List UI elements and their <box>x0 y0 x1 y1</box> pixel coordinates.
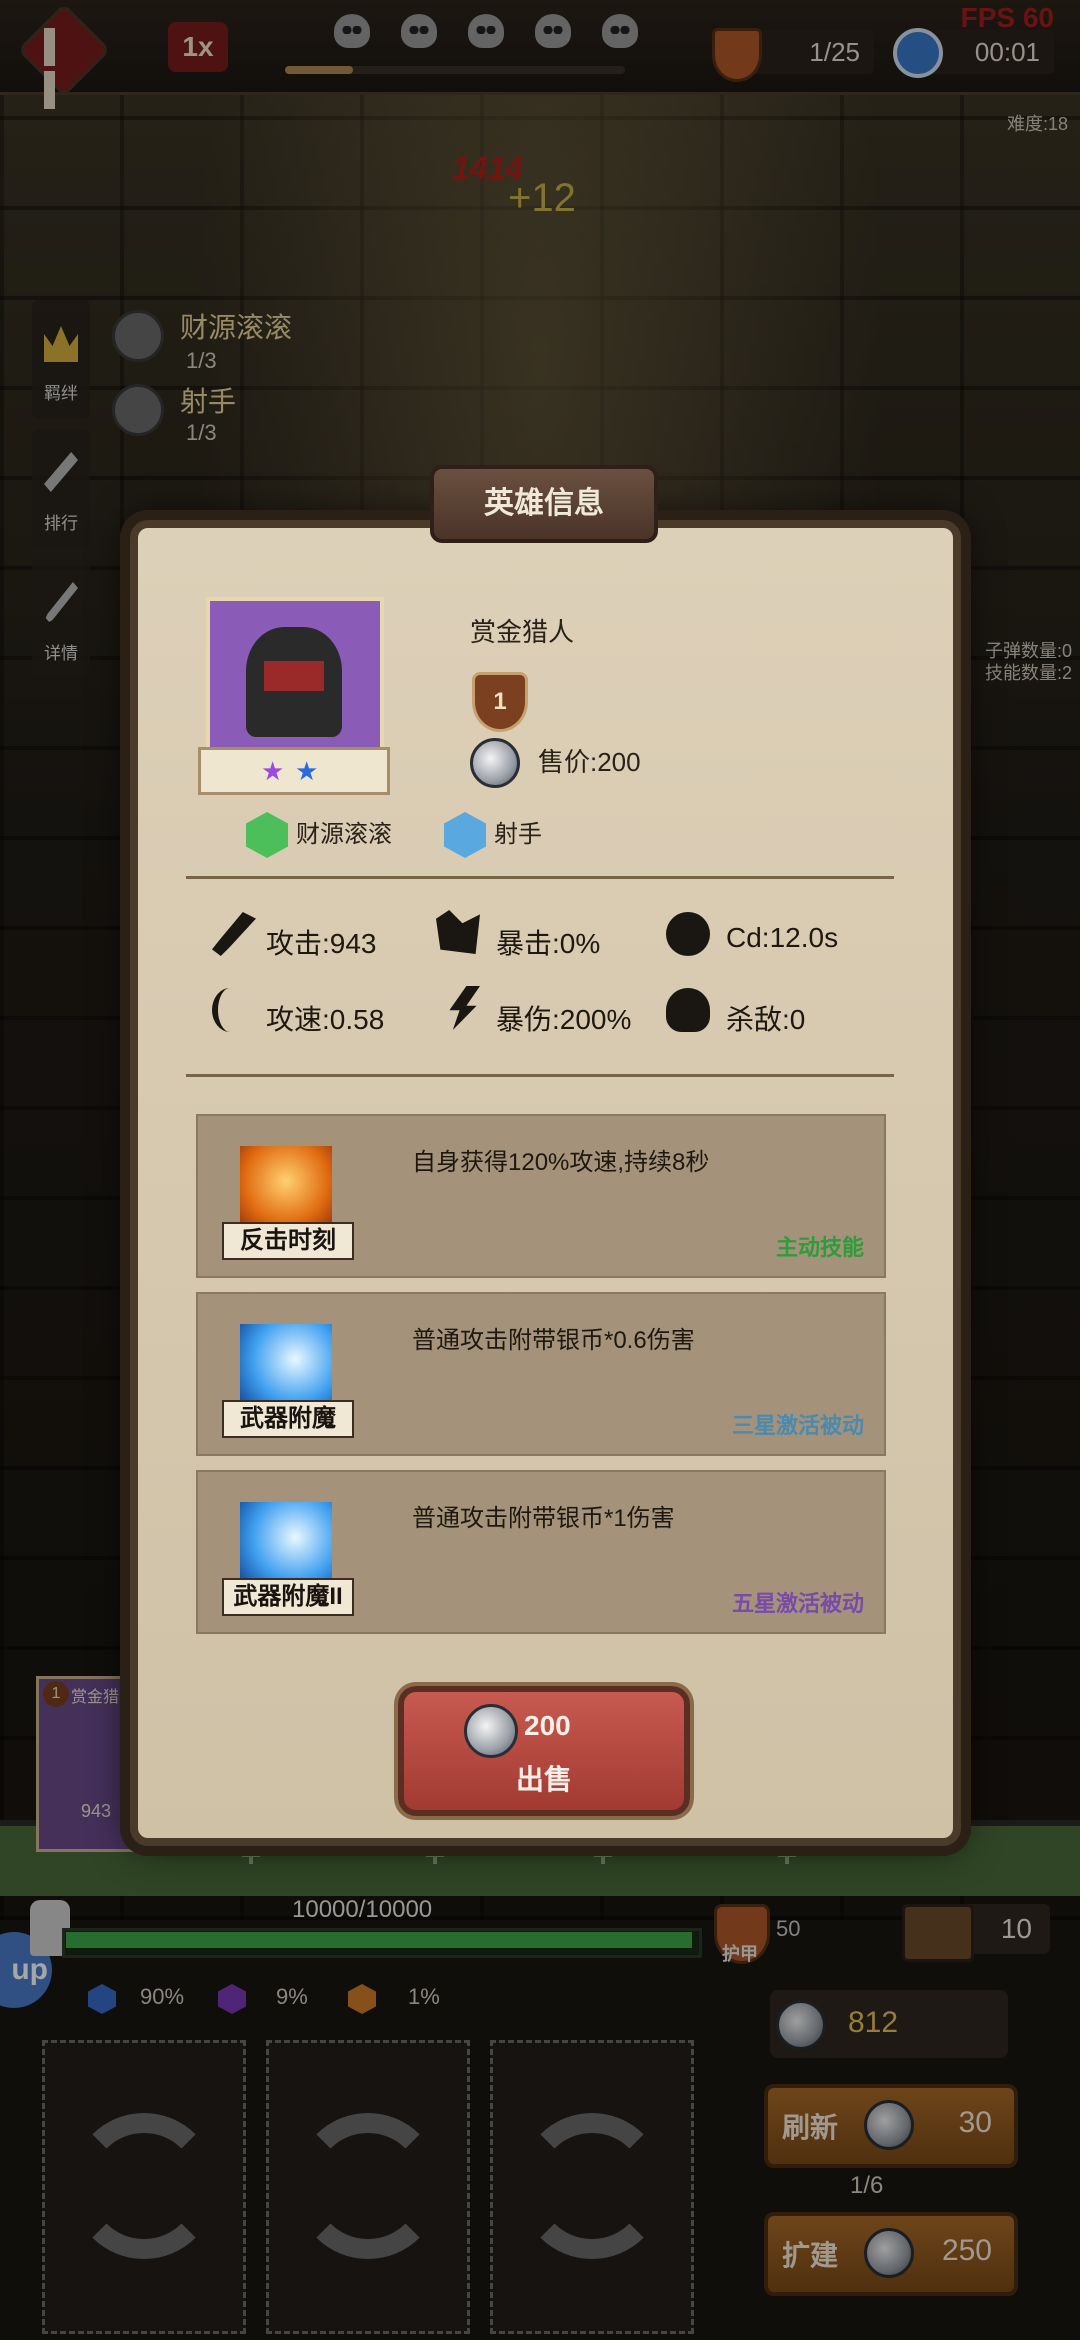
sell-label: 出售 <box>515 1764 572 1795</box>
skill-name: 武器附魔II <box>222 1578 354 1616</box>
skill-description: 普通攻击附带银币*0.6伤害 <box>412 1327 695 1354</box>
enchant-skill-icon <box>240 1324 332 1412</box>
trait-wealth: 财源滚滚 <box>246 812 406 858</box>
bow-icon <box>212 988 248 1032</box>
silver-coin-icon <box>464 1704 518 1758</box>
star-icon: ★ <box>295 756 319 786</box>
trait-archer: 射手 <box>444 812 564 858</box>
skill-name: 武器附魔 <box>222 1400 354 1438</box>
skull-icon <box>666 988 710 1032</box>
silver-coin-icon <box>470 738 520 788</box>
star-plate: ★ ★ <box>198 747 390 795</box>
attack-stat: 攻击:943 <box>266 928 377 959</box>
crit-damage-stat: 暴伤:200% <box>496 1004 632 1035</box>
skill-card[interactable]: 武器附魔 普通攻击附带银币*0.6伤害 三星激活被动 <box>196 1292 886 1456</box>
hero-mask <box>264 661 324 691</box>
kills-stat: 杀敌:0 <box>726 1004 806 1035</box>
skill-card[interactable]: 武器附魔II 普通攻击附带银币*1伤害 五星激活被动 <box>196 1470 886 1634</box>
attack-speed-stat: 攻速:0.58 <box>266 1004 385 1035</box>
sell-price-label: 售价:200 <box>538 747 641 777</box>
skill-name: 反击时刻 <box>222 1222 354 1260</box>
divider <box>186 1074 894 1077</box>
divider <box>186 876 894 879</box>
arrow-icon <box>444 812 486 858</box>
fire-skill-icon <box>240 1146 332 1234</box>
star-icon: ★ <box>261 756 285 786</box>
skill-type: 主动技能 <box>775 1235 864 1260</box>
coin-pile-icon <box>246 812 288 858</box>
panel-title: 英雄信息 <box>430 465 658 543</box>
skill-description: 普通攻击附带银币*1伤害 <box>412 1505 675 1532</box>
skill-type: 三星激活被动 <box>731 1413 864 1438</box>
skill-card[interactable]: 反击时刻 自身获得120%攻速,持续8秒 主动技能 <box>196 1114 886 1278</box>
sell-button[interactable]: 200 出售 <box>398 1686 690 1816</box>
skill-type: 五星激活被动 <box>731 1591 864 1616</box>
enchant-skill-icon <box>240 1502 332 1590</box>
cooldown-stat: Cd:12.0s <box>726 922 839 953</box>
clock-icon <box>666 912 710 956</box>
hero-portrait <box>206 597 384 755</box>
crit-stat: 暴击:0% <box>496 928 601 959</box>
hero-name: 赏金猎人 <box>470 617 575 647</box>
skill-description: 自身获得120%攻速,持续8秒 <box>412 1149 710 1176</box>
level-badge: 1 <box>472 672 528 732</box>
sell-price: 200 <box>524 1710 571 1741</box>
